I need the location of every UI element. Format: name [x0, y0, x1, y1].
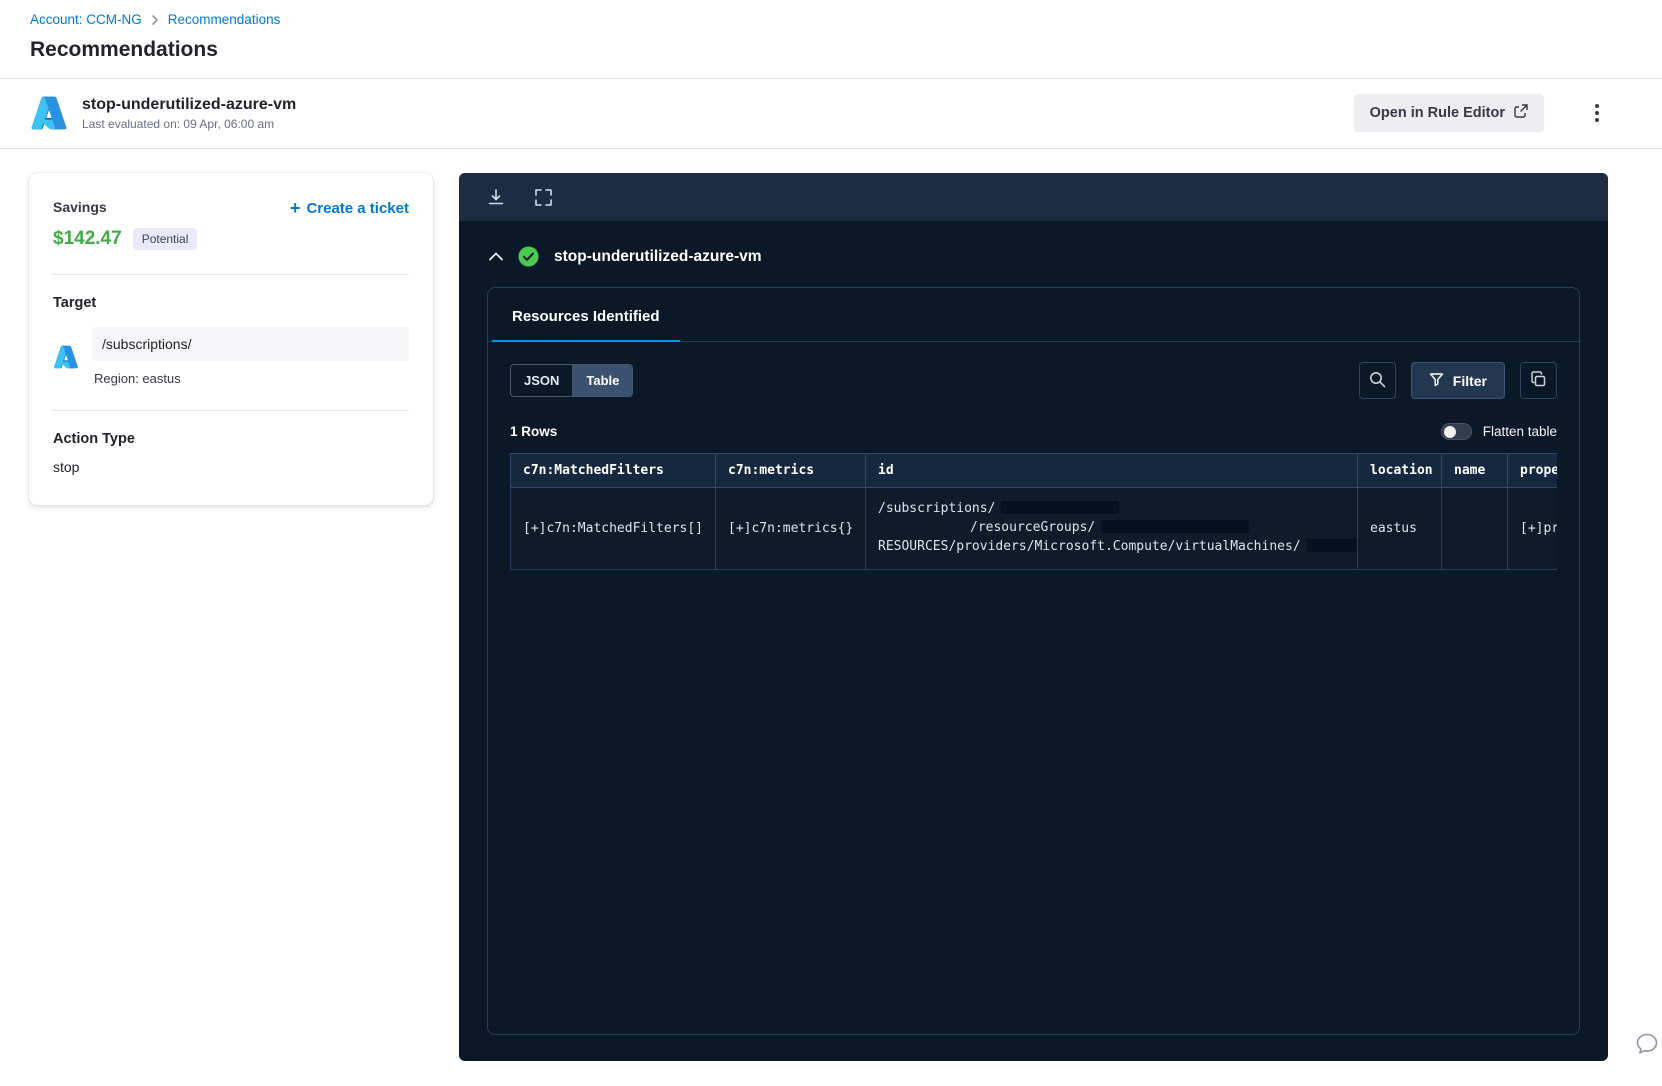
panel-toolbar: [459, 173, 1608, 221]
copy-icon: [1530, 370, 1547, 391]
rule-header: stop-underutilized-azure-vm Last evaluat…: [0, 79, 1662, 148]
top-bar: Account: CCM-NG Recommendations Recommen…: [0, 0, 1662, 62]
metrics-expand[interactable]: [+]c7n:metrics{}: [728, 521, 853, 536]
id-line-2: /resourceGroups/: [970, 519, 1096, 535]
redacted-text: [1101, 519, 1250, 533]
divider: [53, 410, 409, 411]
resources-table-wrapper[interactable]: c7n:MatchedFilters c7n:metrics id locati…: [510, 453, 1557, 570]
divider: [53, 274, 409, 275]
target-path: /subscriptions/: [92, 327, 409, 361]
potential-badge: Potential: [132, 228, 198, 250]
action-type-label: Action Type: [53, 431, 135, 447]
column-header-location[interactable]: location: [1357, 453, 1442, 488]
breadcrumb: Account: CCM-NG Recommendations: [30, 12, 1632, 27]
column-header-properties[interactable]: properties: [1507, 453, 1557, 488]
copy-button[interactable]: [1520, 362, 1557, 399]
column-header-metrics[interactable]: c7n:metrics: [715, 453, 866, 488]
cell-matched-filters[interactable]: [+]c7n:MatchedFilters[]: [510, 487, 716, 570]
view-controls-row: JSON Table Filter: [488, 342, 1579, 399]
page-title: Recommendations: [30, 38, 218, 61]
more-options-menu-icon[interactable]: [1588, 101, 1606, 125]
main-content: Savings + Create a ticket $142.47 Potent…: [0, 149, 1662, 1061]
cell-metrics[interactable]: [+]c7n:metrics{}: [715, 487, 866, 570]
help-chat-icon[interactable]: [1634, 1031, 1660, 1062]
cell-name: [1441, 487, 1508, 570]
collapse-chevron-icon[interactable]: [489, 252, 503, 261]
tab-resources-identified[interactable]: Resources Identified: [492, 288, 680, 342]
open-in-rule-editor-button[interactable]: Open in Rule Editor: [1353, 94, 1544, 132]
redacted-text: [1306, 538, 1357, 552]
cell-location: eastus: [1357, 487, 1442, 570]
rule-name: stop-underutilized-azure-vm: [82, 95, 297, 113]
fullscreen-icon[interactable]: [535, 188, 552, 206]
properties-expand[interactable]: [+]properties{}: [1520, 521, 1557, 536]
savings-card: Savings + Create a ticket $142.47 Potent…: [29, 173, 433, 505]
panel-rule-title: stop-underutilized-azure-vm: [554, 247, 762, 265]
azure-logo-icon: [30, 94, 68, 132]
redacted-text: [1001, 501, 1120, 514]
id-line-3: RESOURCES/providers/Microsoft.Compute/vi…: [878, 538, 1301, 554]
filter-label: Filter: [1452, 372, 1487, 389]
resources-identified-container: Resources Identified JSON Table Filter 1…: [487, 287, 1580, 1035]
target-label: Target: [53, 295, 97, 311]
create-ticket-label: Create a ticket: [306, 199, 409, 217]
column-header-id[interactable]: id: [865, 453, 1358, 488]
flatten-table-toggle[interactable]: [1440, 423, 1472, 440]
breadcrumb-account-link[interactable]: Account: CCM-NG: [30, 12, 142, 27]
cell-properties[interactable]: [+]properties{}: [1507, 487, 1557, 570]
cell-id: /subscriptions/ /resourceGroups/ RESOURC…: [865, 487, 1358, 570]
matched-filters-expand[interactable]: [+]c7n:MatchedFilters[]: [523, 521, 703, 536]
breadcrumb-recommendations-link[interactable]: Recommendations: [168, 12, 281, 27]
savings-amount: $142.47: [53, 228, 122, 249]
id-line-1: /subscriptions/: [878, 501, 996, 516]
table-row: [+]c7n:MatchedFilters[] [+]c7n:metrics{}…: [510, 487, 1557, 570]
tab-bar: Resources Identified: [488, 288, 1579, 342]
filter-funnel-icon: [1429, 372, 1444, 390]
create-ticket-button[interactable]: + Create a ticket: [290, 199, 409, 217]
download-icon[interactable]: [487, 188, 505, 206]
savings-label: Savings: [53, 199, 107, 215]
resources-table: c7n:MatchedFilters c7n:metrics id locati…: [510, 453, 1557, 570]
json-view-button[interactable]: JSON: [511, 365, 572, 396]
column-header-name[interactable]: name: [1441, 453, 1508, 488]
external-link-icon: [1514, 104, 1528, 122]
column-header-matched-filters[interactable]: c7n:MatchedFilters: [510, 453, 716, 488]
filter-button[interactable]: Filter: [1410, 362, 1505, 399]
last-evaluated-text: Last evaluated on: 09 Apr, 06:00 am: [82, 116, 275, 131]
success-check-icon: [518, 246, 539, 267]
action-type-value: stop: [53, 459, 80, 475]
azure-target-icon: [53, 344, 79, 370]
open-in-rule-editor-label: Open in Rule Editor: [1369, 105, 1505, 121]
table-header-row: c7n:MatchedFilters c7n:metrics id locati…: [510, 453, 1557, 488]
search-button[interactable]: [1358, 362, 1396, 399]
plus-icon: +: [289, 198, 301, 218]
table-view-button[interactable]: Table: [572, 365, 633, 396]
view-toggle: JSON Table: [510, 364, 634, 397]
rows-count: 1 Rows: [510, 424, 558, 439]
breadcrumb-separator-icon: [151, 14, 159, 25]
rows-summary-row: 1 Rows Flatten table: [488, 399, 1579, 453]
search-icon: [1369, 371, 1386, 391]
rule-result-row: stop-underutilized-azure-vm: [489, 246, 1578, 267]
resources-panel: stop-underutilized-azure-vm Resources Id…: [459, 173, 1608, 1061]
target-region: Region: eastus: [94, 371, 181, 386]
flatten-table-label: Flatten table: [1482, 424, 1557, 439]
